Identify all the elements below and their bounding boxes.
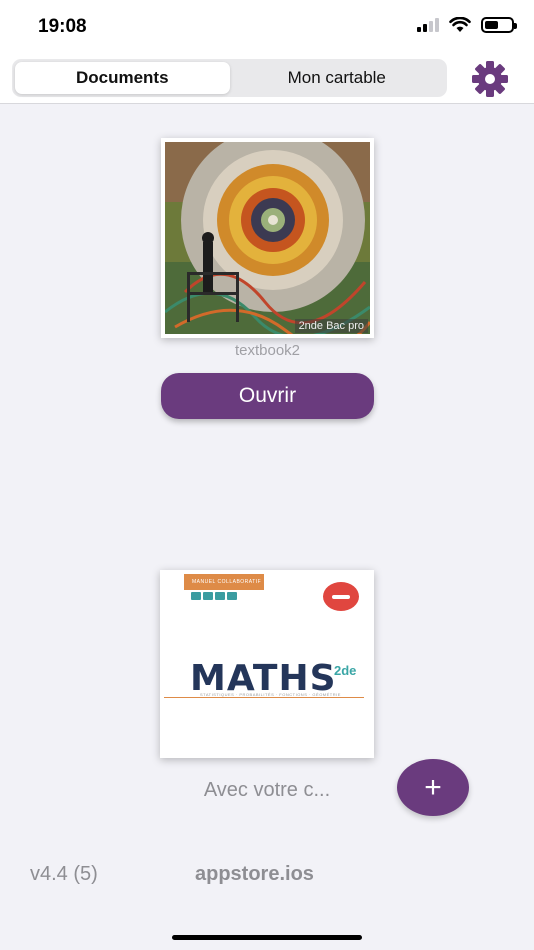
cover-tag: 2nde Bac pro <box>294 319 368 333</box>
minus-circle-icon <box>332 594 350 599</box>
store-label: appstore.ios <box>195 863 314 885</box>
cover-artwork <box>165 142 370 334</box>
remove-document-button[interactable] <box>323 582 359 611</box>
cover-mini-icons <box>191 592 237 600</box>
plus-icon: + <box>424 770 442 804</box>
tab-documents[interactable]: Documents <box>15 62 230 94</box>
settings-button[interactable] <box>470 60 510 98</box>
add-button[interactable]: + <box>397 759 469 816</box>
cover-title-sup: 2de <box>334 663 357 678</box>
cover-divider <box>164 697 364 698</box>
document-cover-maths[interactable]: MANUEL COLLABORATIF MATHS 2de STATISTIQU… <box>160 570 374 758</box>
segmented-control: Documents Mon cartable <box>12 59 447 97</box>
battery-icon <box>481 17 517 33</box>
status-icons <box>417 17 517 33</box>
cellular-signal-icon <box>417 18 439 32</box>
cover-badge: MANUEL COLLABORATIF <box>184 574 264 590</box>
document-name: textbook2 <box>234 342 301 359</box>
open-button[interactable]: Ouvrir <box>161 373 374 419</box>
home-indicator[interactable] <box>172 935 362 940</box>
version-label: v4.4 (5) <box>30 863 98 885</box>
wifi-icon <box>449 17 471 32</box>
gear-icon <box>472 61 508 97</box>
status-time: 19:08 <box>38 16 87 37</box>
tab-mon-cartable[interactable]: Mon cartable <box>230 62 445 94</box>
document-cover-textbook2[interactable]: 2nde Bac pro <box>161 138 374 338</box>
header: Documents Mon cartable <box>0 52 534 104</box>
with-text: Avec votre c... <box>203 779 331 801</box>
status-bar: 19:08 <box>0 0 534 52</box>
